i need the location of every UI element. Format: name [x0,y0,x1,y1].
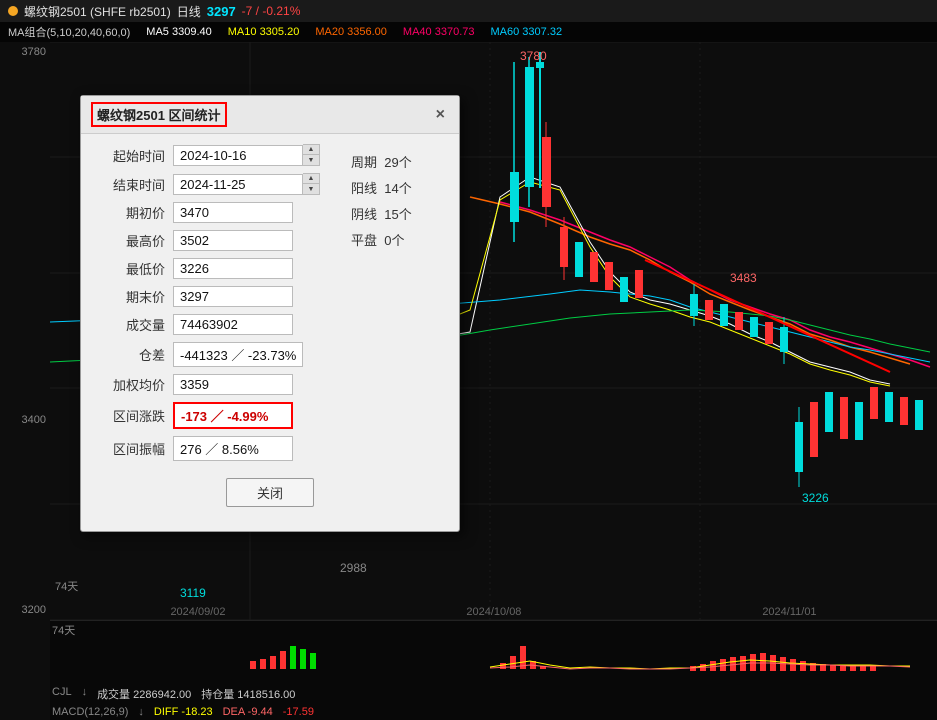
start-time-label: 起始时间 [95,146,165,165]
max-price-label: 最高价 [95,231,165,250]
start-price-label: 期初价 [95,203,165,222]
max-price-value: 3502 [173,230,293,251]
min-price-row: 最低价 3226 [95,258,445,279]
right-stats-panel: 周期 29个 阳线 14个 阴线 15个 平盘 0个 [351,152,412,249]
start-price-value: 3470 [173,202,293,223]
flat-stat: 平盘 0个 [351,230,412,249]
start-time-spinners[interactable]: ▲ ▼ [303,144,320,166]
end-time-label: 结束时间 [95,175,165,194]
bullish-stat: 阳线 14个 [351,178,412,197]
range-amplitude-label: 区间振幅 [95,439,165,458]
end-time-up[interactable]: ▲ [303,174,319,184]
period-stat: 周期 29个 [351,152,412,171]
min-price-label: 最低价 [95,259,165,278]
end-time-spinners[interactable]: ▲ ▼ [303,173,320,195]
modal-header: 螺纹钢2501 区间统计 × [81,96,459,134]
avg-price-label: 加权均价 [95,375,165,394]
end-price-value: 3297 [173,286,293,307]
end-price-label: 期末价 [95,287,165,306]
modal-close-button[interactable]: × [432,106,449,124]
modal-close-btn[interactable]: 关闭 [226,478,314,507]
position-diff-row: 仓差 -441323 ／ -23.73% [95,342,445,367]
end-time-input-wrap[interactable]: 2024-11-25 ▲ ▼ [173,173,320,195]
modal-body: 起始时间 2024-10-16 ▲ ▼ 结束时间 2024-11-25 ▲ ▼ [81,134,459,531]
start-time-up[interactable]: ▲ [303,145,319,155]
start-time-down[interactable]: ▼ [303,155,319,165]
avg-price-value: 3359 [173,374,293,395]
range-amplitude-value: 276 ／ 8.56% [173,436,293,461]
end-price-row: 期末价 3297 [95,286,445,307]
range-amplitude-row: 区间振幅 276 ／ 8.56% [95,436,445,461]
modal-overlay: 螺纹钢2501 区间统计 × 起始时间 2024-10-16 ▲ ▼ 结束时间 … [0,0,937,720]
volume-field-value: 74463902 [173,314,293,335]
modal-title: 螺纹钢2501 区间统计 [91,102,227,127]
min-price-value: 3226 [173,258,293,279]
modal-footer: 关闭 [95,468,445,521]
volume-field-label: 成交量 [95,315,165,334]
position-diff-value: -441323 ／ -23.73% [173,342,303,367]
range-change-value: -173 ／ -4.99% [173,402,293,429]
end-time-input[interactable]: 2024-11-25 [173,174,303,195]
volume-row: 成交量 74463902 [95,314,445,335]
range-change-row: 区间涨跌 -173 ／ -4.99% [95,402,445,429]
range-change-label: 区间涨跌 [95,406,165,425]
start-time-input[interactable]: 2024-10-16 [173,145,303,166]
statistics-modal: 螺纹钢2501 区间统计 × 起始时间 2024-10-16 ▲ ▼ 结束时间 … [80,95,460,532]
end-time-down[interactable]: ▼ [303,184,319,194]
start-time-input-wrap[interactable]: 2024-10-16 ▲ ▼ [173,144,320,166]
avg-price-row: 加权均价 3359 [95,374,445,395]
bearish-stat: 阴线 15个 [351,204,412,223]
position-diff-label: 仓差 [95,345,165,364]
